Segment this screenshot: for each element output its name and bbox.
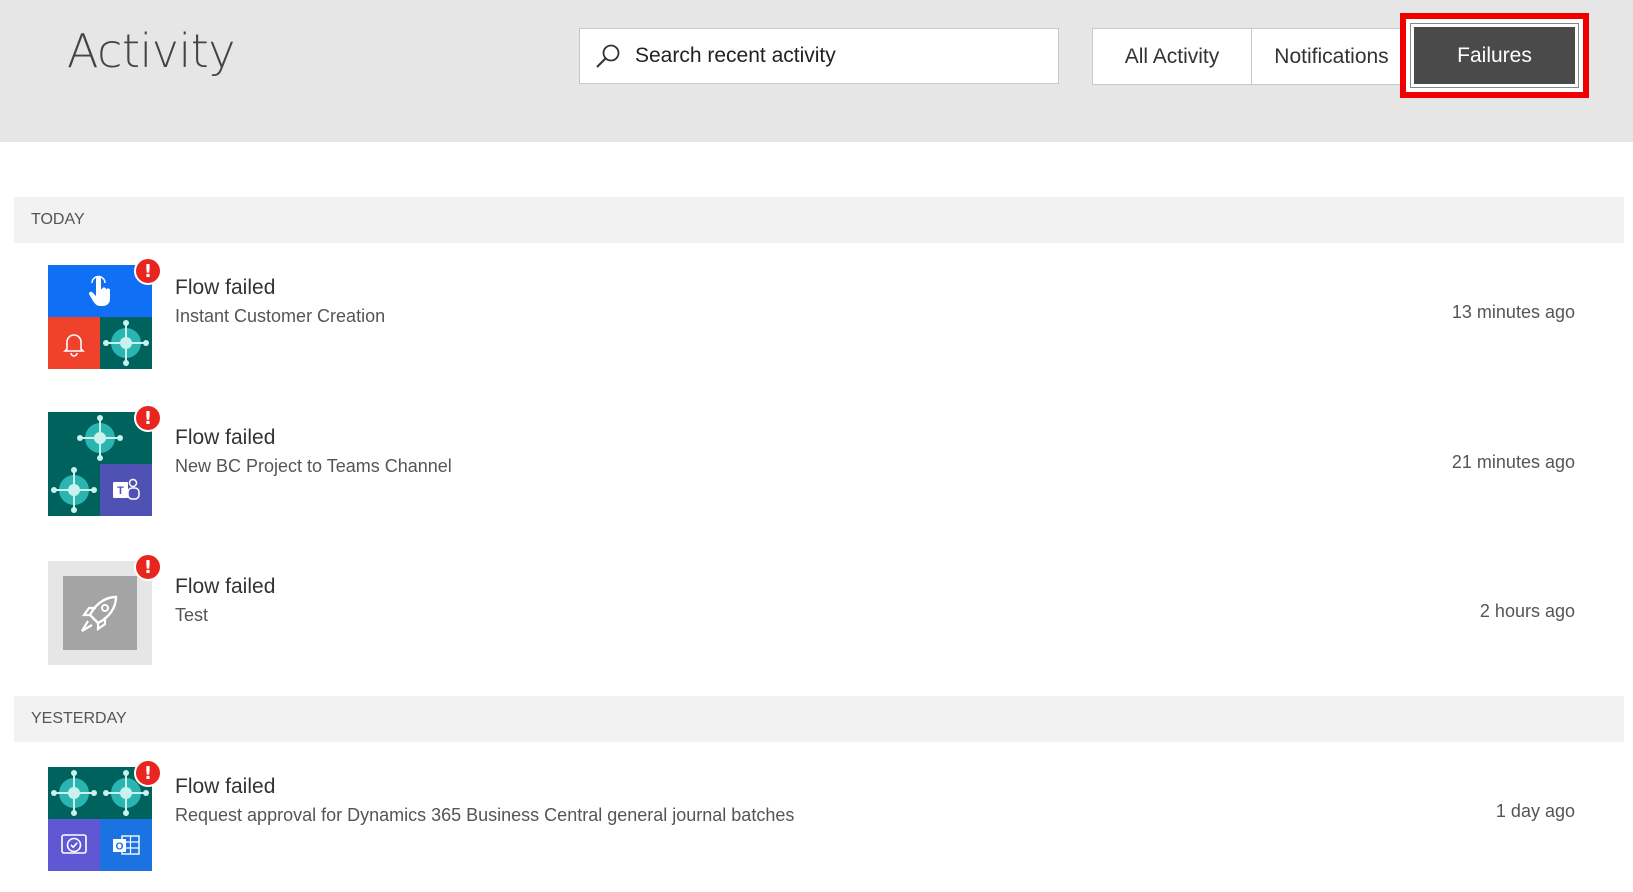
activity-title: Flow failed	[175, 775, 276, 798]
activity-subtitle: Request approval for Dynamics 365 Busine…	[175, 805, 795, 825]
activity-title: Flow failed	[175, 276, 276, 299]
search-icon	[596, 44, 620, 68]
svg-text:O: O	[116, 842, 124, 853]
error-badge-icon: !	[134, 404, 162, 432]
failures-button[interactable]: Failures	[1414, 27, 1575, 84]
failures-button-frame: Failures	[1410, 23, 1579, 88]
flow-icon-tile	[48, 561, 152, 665]
header-bar: Activity All Activity Notifications Fail…	[0, 0, 1633, 142]
search-box[interactable]	[579, 28, 1059, 84]
svg-text:T: T	[117, 485, 124, 497]
search-input[interactable]	[635, 30, 1045, 82]
error-badge-icon: !	[134, 257, 162, 285]
all-activity-button[interactable]: All Activity	[1092, 28, 1252, 85]
notifications-button[interactable]: Notifications	[1252, 28, 1412, 85]
flow-icon-tile	[48, 265, 152, 369]
activity-row[interactable]: ! Flow failed Test 2 hours ago	[14, 553, 1624, 681]
approvals-icon	[48, 819, 100, 871]
rocket-icon	[63, 576, 137, 650]
bell-icon	[48, 317, 100, 369]
business-central-icon	[48, 464, 100, 516]
outlook-icon: O	[100, 819, 152, 871]
section-header-yesterday: YESTERDAY	[14, 696, 1624, 742]
activity-row[interactable]: ! Flow failed Instant Customer Creation …	[14, 257, 1624, 382]
activity-title: Flow failed	[175, 426, 276, 449]
flow-icon-tile: O	[48, 767, 152, 871]
activity-row[interactable]: O ! Flow failed Request approval for Dyn…	[14, 759, 1624, 881]
error-badge-icon: !	[134, 553, 162, 581]
activity-title: Flow failed	[175, 575, 276, 598]
activity-time: 2 hours ago	[1479, 601, 1575, 621]
activity-time: 21 minutes ago	[1451, 452, 1575, 472]
activity-subtitle: Test	[175, 605, 209, 625]
activity-time: 13 minutes ago	[1451, 302, 1575, 322]
page-title: Activity	[67, 24, 236, 78]
activity-subtitle: Instant Customer Creation	[175, 306, 386, 326]
error-badge-icon: !	[134, 759, 162, 787]
filter-group: All Activity Notifications	[1092, 28, 1412, 85]
section-header-today: TODAY	[14, 197, 1624, 243]
activity-time: 1 day ago	[1495, 801, 1575, 821]
teams-icon: T	[100, 464, 152, 516]
flow-icon-tile: T	[48, 412, 152, 516]
failures-highlight: Failures	[1400, 13, 1589, 98]
business-central-icon	[48, 767, 100, 819]
activity-subtitle: New BC Project to Teams Channel	[175, 456, 452, 476]
business-central-icon	[100, 317, 152, 369]
activity-row[interactable]: T ! Flow failed New BC Project to Teams …	[14, 404, 1624, 532]
